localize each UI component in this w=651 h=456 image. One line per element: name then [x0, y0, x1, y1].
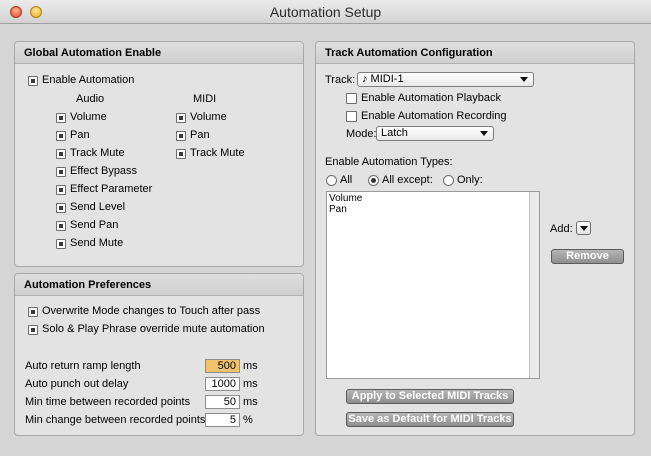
list-item[interactable]: Volume	[329, 193, 362, 204]
mode-select-value: Latch	[381, 127, 408, 139]
save-as-default-button[interactable]: Save as Default for MIDI Tracks	[346, 412, 514, 427]
automation-types-label: Enable Automation Types:	[325, 156, 453, 168]
track-select-value: ♪ MIDI-1	[362, 73, 404, 85]
audio-volume-label: Volume	[70, 111, 107, 123]
auto-return-ramp-input[interactable]: 500	[205, 359, 240, 373]
track-select[interactable]: ♪ MIDI-1	[357, 72, 534, 87]
audio-send-level-label: Send Level	[70, 201, 126, 213]
audio-send-pan-checkbox[interactable]	[56, 221, 66, 231]
mode-label: Mode:	[346, 128, 377, 140]
audio-pan-label: Pan	[70, 129, 90, 141]
dialog-content: Global Automation Enable Enable Automati…	[0, 25, 651, 456]
auto-return-ramp-label: Auto return ramp length	[25, 360, 141, 372]
track-automation-panel: Track Automation Configuration Track: ♪ …	[315, 41, 635, 436]
add-type-dropdown[interactable]	[576, 221, 591, 235]
list-scrollbar[interactable]	[529, 192, 539, 378]
midi-track-mute-label: Track Mute	[190, 147, 245, 159]
radio-all-except[interactable]	[368, 175, 379, 186]
audio-column-heading: Audio	[76, 93, 105, 105]
audio-track-mute-checkbox[interactable]	[56, 149, 66, 159]
solo-override-label: Solo & Play Phrase override mute automat…	[42, 323, 265, 335]
audio-effect-bypass-checkbox[interactable]	[56, 167, 66, 177]
auto-punch-out-input[interactable]: 1000	[205, 377, 240, 391]
enable-playback-checkbox[interactable]	[346, 93, 357, 104]
automation-preferences-panel: Automation Preferences Overwrite Mode ch…	[14, 273, 304, 436]
min-change-input[interactable]: 5	[205, 413, 240, 427]
enable-automation-label: Enable Automation	[42, 74, 135, 86]
audio-send-pan-label: Send Pan	[70, 219, 119, 231]
add-label: Add:	[550, 223, 573, 235]
midi-pan-label: Pan	[190, 129, 210, 141]
window-title: Automation Setup	[269, 4, 382, 20]
list-item[interactable]: Pan	[329, 204, 347, 215]
solo-override-checkbox[interactable]	[28, 325, 38, 335]
midi-column-heading: MIDI	[193, 93, 217, 105]
chevron-down-icon	[480, 131, 488, 136]
audio-pan-checkbox[interactable]	[56, 131, 66, 141]
min-time-input[interactable]: 50	[205, 395, 240, 409]
auto-punch-out-label: Auto punch out delay	[25, 378, 129, 390]
track-label: Track:	[325, 74, 356, 86]
automation-preferences-heading: Automation Preferences	[15, 274, 303, 296]
apply-to-selected-button[interactable]: Apply to Selected MIDI Tracks	[346, 389, 514, 404]
audio-effect-parameter-checkbox[interactable]	[56, 185, 66, 195]
radio-all-except-label: All except:	[382, 174, 433, 186]
midi-volume-checkbox[interactable]	[176, 113, 186, 123]
overwrite-mode-checkbox[interactable]	[28, 307, 38, 317]
global-automation-panel: Global Automation Enable Enable Automati…	[14, 41, 304, 267]
midi-track-mute-checkbox[interactable]	[176, 149, 186, 159]
auto-return-ramp-unit: ms	[243, 360, 258, 372]
radio-all[interactable]	[326, 175, 337, 186]
midi-pan-checkbox[interactable]	[176, 131, 186, 141]
track-automation-heading: Track Automation Configuration	[316, 42, 634, 64]
overwrite-mode-label: Overwrite Mode changes to Touch after pa…	[42, 305, 261, 317]
audio-volume-checkbox[interactable]	[56, 113, 66, 123]
midi-volume-label: Volume	[190, 111, 227, 123]
enable-automation-checkbox[interactable]	[28, 76, 38, 86]
enable-recording-label: Enable Automation Recording	[361, 110, 507, 122]
automation-types-list[interactable]: Volume Pan	[326, 191, 540, 379]
radio-all-label: All	[340, 174, 353, 186]
global-automation-heading: Global Automation Enable	[15, 42, 303, 64]
radio-only-label: Only:	[457, 174, 483, 186]
audio-send-mute-checkbox[interactable]	[56, 239, 66, 249]
audio-effect-parameter-label: Effect Parameter	[70, 183, 153, 195]
auto-punch-out-unit: ms	[243, 378, 258, 390]
min-change-label: Min change between recorded points	[25, 414, 206, 426]
audio-effect-bypass-label: Effect Bypass	[70, 165, 138, 177]
chevron-down-icon	[520, 77, 528, 82]
audio-send-level-checkbox[interactable]	[56, 203, 66, 213]
enable-recording-checkbox[interactable]	[346, 111, 357, 122]
audio-send-mute-label: Send Mute	[70, 237, 124, 249]
remove-button[interactable]: Remove	[551, 249, 624, 264]
enable-playback-label: Enable Automation Playback	[361, 92, 502, 104]
min-change-unit: %	[243, 414, 253, 426]
mode-select[interactable]: Latch	[376, 126, 494, 141]
title-bar: Automation Setup	[0, 0, 651, 24]
radio-only[interactable]	[443, 175, 454, 186]
min-time-label: Min time between recorded points	[25, 396, 191, 408]
min-time-unit: ms	[243, 396, 258, 408]
audio-track-mute-label: Track Mute	[70, 147, 125, 159]
